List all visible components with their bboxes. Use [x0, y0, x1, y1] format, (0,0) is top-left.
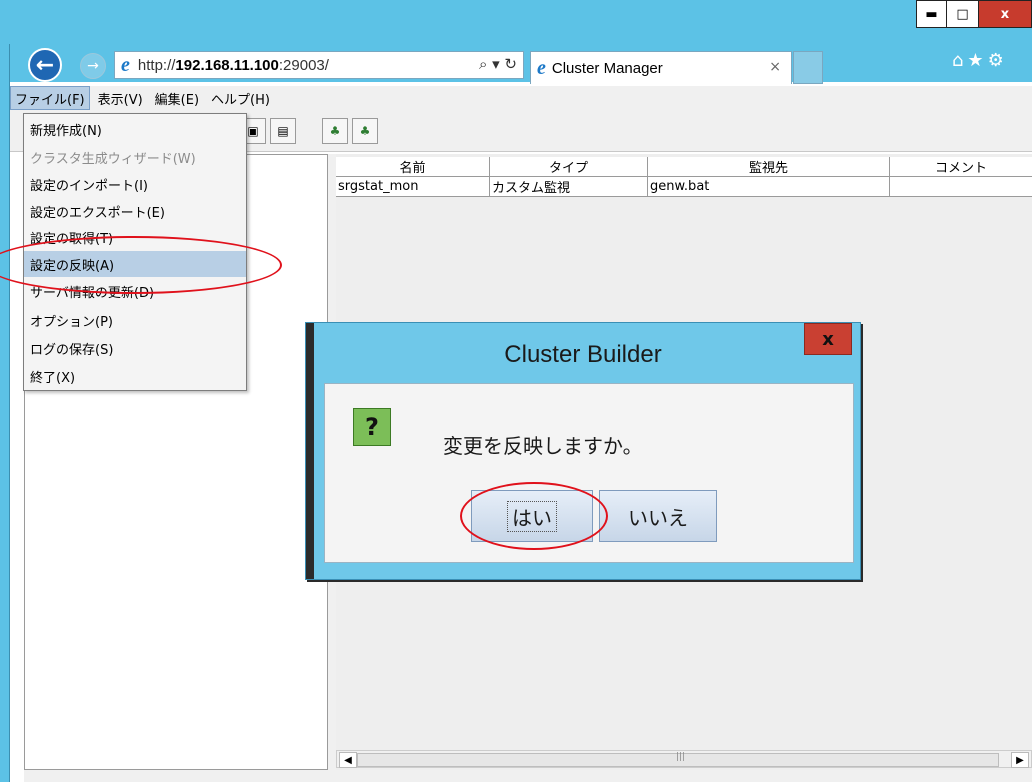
dialog-title: Cluster Builder — [504, 341, 662, 368]
menu-edit[interactable]: 編集(E) — [151, 87, 203, 109]
tab-close-icon[interactable]: × — [769, 59, 781, 75]
browser-tab[interactable]: e Cluster Manager × — [530, 51, 792, 84]
scroll-thumb[interactable]: ||| — [357, 752, 999, 767]
question-icon: ? — [353, 408, 391, 446]
close-window-button[interactable]: x — [978, 0, 1032, 28]
maximize-button[interactable]: □ — [946, 0, 978, 28]
dialog-close-button[interactable]: x — [804, 323, 852, 355]
no-button[interactable]: いいえ — [599, 490, 717, 542]
forward-arrow-icon[interactable]: → — [80, 53, 106, 79]
menu-item-options[interactable]: オプション(P) — [24, 307, 246, 333]
menu-item-export[interactable]: 設定のエクスポート(E) — [24, 198, 246, 224]
cell-type: カスタム監視 — [490, 177, 648, 196]
table-header: 名前 タイプ 監視先 コメント — [336, 157, 1032, 177]
column-header-comment[interactable]: コメント — [890, 157, 1032, 176]
cell-name: srgstat_mon — [336, 177, 490, 196]
menu-item-save-log[interactable]: ログの保存(S) — [24, 335, 246, 361]
menu-item-new[interactable]: 新規作成(N) — [24, 116, 246, 142]
annotation-ellipse-menu — [0, 236, 282, 294]
menu-bar: ファイル(F) 表示(V) 編集(E) ヘルプ(H) — [10, 86, 1032, 110]
ie-tab-icon: e — [537, 56, 546, 79]
menu-help[interactable]: ヘルプ(H) — [207, 87, 274, 109]
menu-item-wizard: クラスタ生成ウィザード(W) — [30, 151, 196, 167]
table-row[interactable]: srgstat_mon カスタム監視 genw.bat — [336, 177, 1032, 197]
scroll-left-icon[interactable]: ◀ — [339, 752, 357, 768]
dialog-message: 変更を反映しますか。 — [443, 434, 643, 458]
home-favorites-settings-icons[interactable]: ⌂★⚙ — [952, 50, 1008, 71]
scroll-grip: ||| — [676, 752, 686, 762]
menu-view[interactable]: 表示(V) — [94, 87, 147, 109]
menu-file[interactable]: ファイル(F) — [10, 86, 90, 110]
new-tab-button[interactable] — [793, 51, 823, 84]
status-strip — [24, 770, 1032, 782]
address-bar[interactable]: e http://192.168.11.100:29003/ ⌕ ▾ ↻ — [114, 51, 524, 79]
cell-comment — [890, 177, 1032, 196]
cluster-get-icon[interactable]: ♣ — [322, 118, 348, 144]
cluster-apply-icon[interactable]: ♣ — [352, 118, 378, 144]
minimize-button[interactable]: ▬ — [916, 0, 946, 28]
column-header-type[interactable]: タイプ — [490, 157, 648, 176]
annotation-ellipse-yes — [460, 482, 608, 550]
menu-item-import[interactable]: 設定のインポート(I) — [24, 171, 246, 197]
ie-logo-icon: e — [121, 53, 130, 76]
address-url: http://192.168.11.100:29003/ — [137, 56, 329, 74]
tab-title: Cluster Manager — [551, 59, 663, 77]
save-icon[interactable]: ▤ — [270, 118, 296, 144]
scroll-right-icon[interactable]: ▶ — [1011, 752, 1029, 768]
back-arrow-icon[interactable]: ← — [28, 48, 62, 82]
window-left-border — [0, 0, 10, 782]
horizontal-scrollbar[interactable]: ◀ ||| ▶ — [336, 750, 1032, 768]
title-bar — [0, 0, 1032, 44]
cell-target: genw.bat — [648, 177, 890, 196]
search-refresh-icons[interactable]: ⌕ ▾ ↻ — [479, 55, 517, 73]
column-header-target[interactable]: 監視先 — [648, 157, 890, 176]
menu-item-exit[interactable]: 終了(X) — [24, 363, 246, 389]
column-header-name[interactable]: 名前 — [336, 157, 490, 176]
